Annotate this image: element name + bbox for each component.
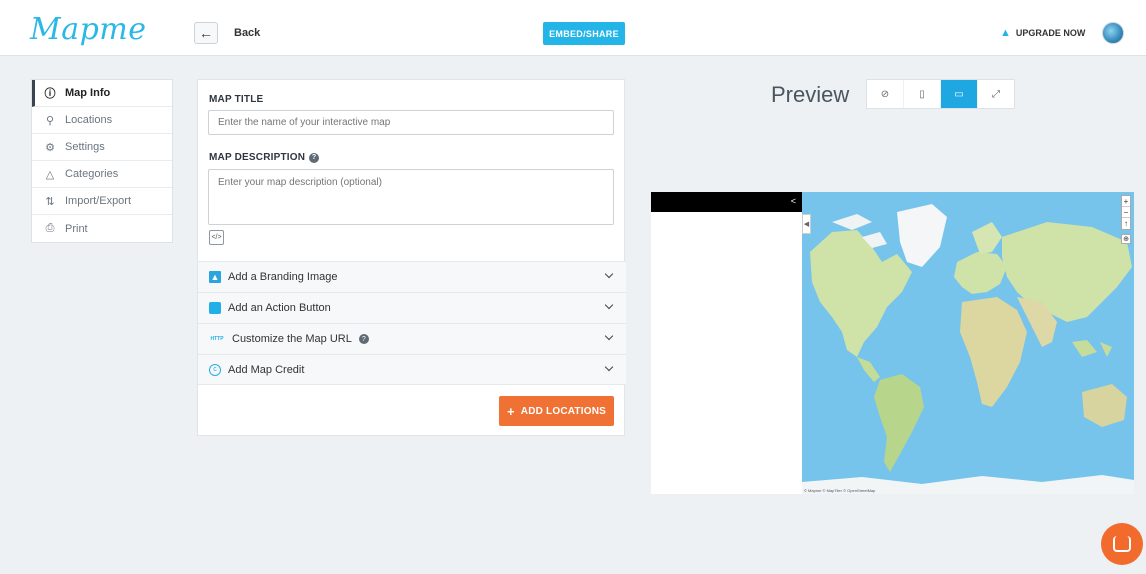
sidebar-item-label: Locations bbox=[65, 114, 113, 126]
chat-icon bbox=[1113, 536, 1131, 552]
zoom-in-button[interactable]: + bbox=[1122, 196, 1130, 207]
map-preview-frame[interactable]: < ◀ + − ↑ ⊕ © Mapme © MapTiler © OpenStr… bbox=[651, 192, 1134, 494]
code-embed-icon[interactable]: </> bbox=[209, 230, 224, 245]
help-icon[interactable]: ? bbox=[309, 152, 320, 163]
chevron-down-icon bbox=[604, 331, 614, 341]
landmass-scandinavia bbox=[972, 222, 1002, 254]
map-title-label: MAP TITLE bbox=[209, 94, 264, 105]
map-zoom-control: + − ↑ bbox=[1121, 195, 1131, 230]
map-info-panel: MAP TITLE MAP DESCRIPTION ? </> ▲ Add a … bbox=[197, 79, 626, 436]
landmass-asia bbox=[1002, 222, 1132, 322]
map-attribution[interactable]: © Mapme © MapTiler © OpenStreetMap bbox=[804, 488, 875, 493]
top-bar: Mapme ← Back EMBED/SHARE ▲ UPGRADE NOW bbox=[0, 0, 1146, 56]
map-preview-header: < bbox=[651, 192, 802, 212]
view-mode-toggle: ⊘ ▯ ▭ ⤢ bbox=[866, 79, 1015, 109]
sidebar-item-label: Import/Export bbox=[65, 195, 132, 207]
gear-icon: ⚙ bbox=[45, 141, 55, 154]
upgrade-label: UPGRADE NOW bbox=[1015, 28, 1086, 38]
sidebar-item-label: Settings bbox=[65, 141, 105, 153]
sidebar-item-print[interactable]: ⎙ Print bbox=[32, 215, 172, 242]
map-title-input[interactable] bbox=[208, 110, 614, 135]
sidebar-item-label: Print bbox=[65, 222, 88, 235]
copyright-icon: c bbox=[209, 363, 221, 376]
landmass-africa bbox=[960, 297, 1027, 407]
locate-icon[interactable]: ⊕ bbox=[1121, 234, 1131, 244]
landmass-north-america bbox=[810, 230, 912, 357]
accordion-action-button[interactable]: Add an Action Button bbox=[198, 292, 626, 323]
image-icon: ▲ bbox=[209, 271, 221, 283]
add-locations-label: ADD LOCATIONS bbox=[520, 405, 606, 417]
help-icon[interactable]: ? bbox=[358, 334, 369, 344]
pin-icon: ⚲ bbox=[45, 114, 55, 127]
sidebar-item-settings[interactable]: ⚙ Settings bbox=[32, 134, 172, 161]
eye-off-icon: ⊘ bbox=[880, 88, 890, 100]
accordion-branding-image[interactable]: ▲ Add a Branding Image bbox=[198, 261, 626, 292]
sidebar-item-categories[interactable]: △ Categories bbox=[32, 161, 172, 188]
chevron-down-icon bbox=[604, 300, 614, 310]
view-mobile-button[interactable]: ▯ bbox=[904, 80, 941, 108]
landmass-greenland bbox=[897, 204, 947, 267]
chat-support-button[interactable] bbox=[1101, 523, 1143, 565]
share-icon[interactable]: < bbox=[791, 196, 796, 206]
http-icon: HTTP bbox=[210, 336, 224, 342]
preview-title: Preview bbox=[771, 82, 850, 107]
import-export-icon: ⇅ bbox=[45, 195, 55, 208]
map-preview-sidebar: < bbox=[651, 192, 802, 494]
sidebar-item-map-info[interactable]: ⓘ Map Info bbox=[32, 80, 172, 107]
accordion-label: Customize the Map URL bbox=[232, 333, 352, 345]
shapes-icon: △ bbox=[45, 168, 55, 181]
add-locations-button[interactable]: + ADD LOCATIONS bbox=[499, 396, 614, 426]
landmass-central-america bbox=[857, 357, 880, 382]
back-label[interactable]: Back bbox=[234, 27, 260, 39]
landmass-europe bbox=[954, 252, 1007, 294]
landmass-south-america bbox=[874, 374, 924, 472]
accordion-label: Add Map Credit bbox=[228, 363, 305, 376]
upgrade-now-link[interactable]: ▲ UPGRADE NOW bbox=[1000, 27, 1085, 39]
chevron-down-icon bbox=[604, 362, 614, 372]
world-map[interactable]: + − ↑ ⊕ © Mapme © MapTiler © OpenStreetM… bbox=[802, 192, 1134, 494]
info-icon: ⓘ bbox=[44, 88, 56, 100]
compass-button[interactable]: ↑ bbox=[1122, 218, 1130, 229]
view-desktop-button[interactable]: ▭ bbox=[941, 80, 978, 108]
accordion-customize-url[interactable]: HTTP Customize the Map URL ? bbox=[198, 323, 626, 354]
sidebar-item-label: Categories bbox=[65, 168, 119, 180]
landmass-se-asia bbox=[1072, 340, 1112, 357]
sidebar-item-import-export[interactable]: ⇅ Import/Export bbox=[32, 188, 172, 215]
landmass-australia bbox=[1082, 384, 1127, 427]
sidebar-item-label: Map Info bbox=[65, 87, 111, 99]
accordion-label: Add an Action Button bbox=[228, 302, 331, 314]
world-map-graphic bbox=[802, 204, 1134, 494]
view-hide-button[interactable]: ⊘ bbox=[867, 80, 904, 108]
mapme-logo[interactable]: Mapme bbox=[30, 12, 147, 47]
mobile-icon: ▯ bbox=[919, 88, 925, 100]
trophy-icon: ▲ bbox=[1000, 27, 1011, 39]
zoom-out-button[interactable]: − bbox=[1122, 207, 1130, 218]
map-description-label: MAP DESCRIPTION bbox=[209, 152, 306, 163]
view-fullscreen-button[interactable]: ⤢ bbox=[978, 80, 1014, 108]
left-sidebar: ⓘ Map Info ⚲ Locations ⚙ Settings △ Cate… bbox=[31, 79, 173, 243]
accordion-map-credit[interactable]: c Add Map Credit bbox=[198, 354, 626, 385]
embed-share-button[interactable]: EMBED/SHARE bbox=[543, 22, 625, 45]
collapse-sidebar-handle[interactable]: ◀ bbox=[802, 214, 811, 234]
print-icon: ⎙ bbox=[45, 222, 55, 234]
map-description-textarea[interactable] bbox=[208, 169, 614, 225]
chevron-down-icon bbox=[604, 269, 614, 279]
arrow-left-icon: ← bbox=[199, 25, 213, 41]
desktop-icon: ▭ bbox=[954, 88, 964, 100]
sidebar-item-locations[interactable]: ⚲ Locations bbox=[32, 107, 172, 134]
map-description-label-row: MAP DESCRIPTION ? bbox=[209, 152, 320, 163]
square-icon bbox=[209, 302, 221, 314]
expand-icon: ⤢ bbox=[992, 88, 1000, 100]
plus-icon: + bbox=[507, 403, 515, 419]
globe-avatar-icon[interactable] bbox=[1102, 22, 1124, 44]
accordion-label: Add a Branding Image bbox=[228, 271, 338, 283]
back-button[interactable]: ← bbox=[194, 22, 218, 44]
